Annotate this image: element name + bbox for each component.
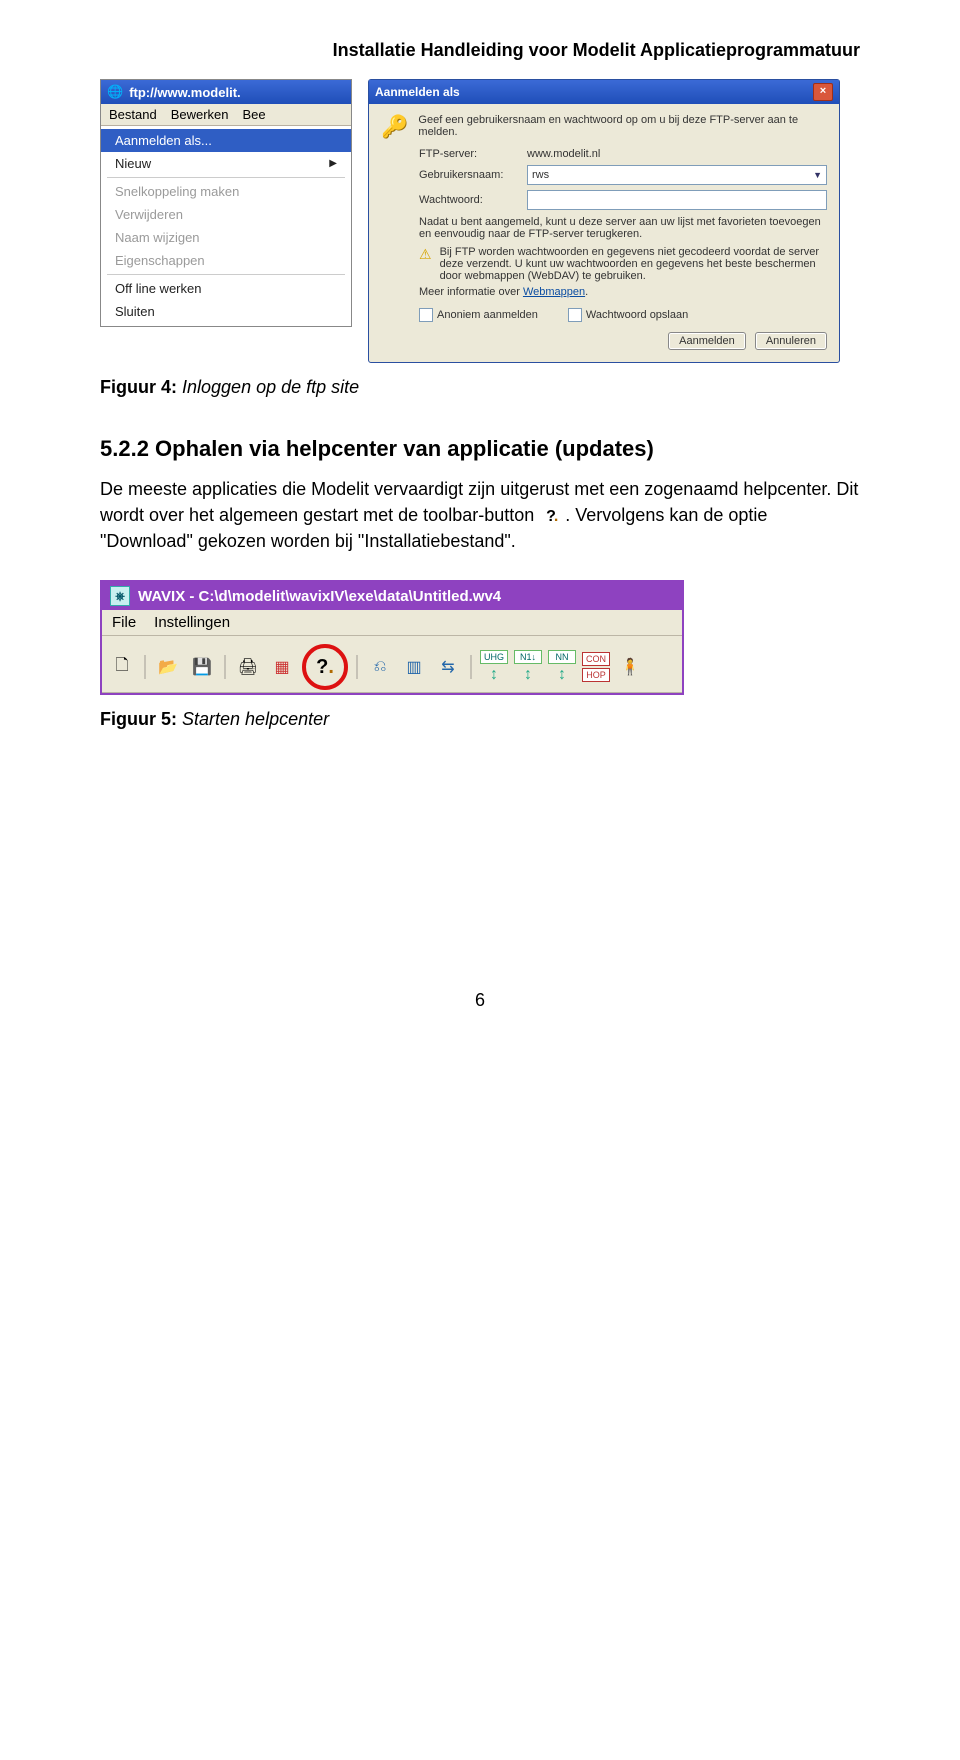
wavix-menu-instellingen[interactable]: Instellingen bbox=[154, 614, 230, 631]
ie-icon: 🌐 bbox=[107, 84, 123, 100]
wavix-menu-file[interactable]: File bbox=[112, 614, 136, 631]
menubar-bestand[interactable]: Bestand bbox=[109, 107, 157, 122]
cancel-button[interactable]: Annuleren bbox=[755, 332, 827, 350]
chevron-down-icon[interactable]: ▼ bbox=[813, 170, 822, 180]
dialog-message-2: Bij FTP worden wachtwoorden en gegevens … bbox=[440, 246, 827, 282]
submenu-arrow-icon: ▶ bbox=[329, 158, 337, 169]
ftp-server-value: www.modelit.nl bbox=[527, 148, 600, 160]
savepw-checkbox-row[interactable]: Wachtwoord opslaan bbox=[568, 308, 688, 322]
toolbar-separator bbox=[470, 655, 472, 679]
n1-button[interactable]: N1↓ ↕ bbox=[514, 650, 542, 684]
ctx-item-offline[interactable]: Off line werken bbox=[101, 277, 351, 300]
menubar-bewerken[interactable]: Bewerken bbox=[171, 107, 229, 122]
dialog-intro-text: Geef een gebruikersnaam en wachtwoord op… bbox=[418, 114, 827, 140]
document-header-title: Installatie Handleiding voor Modelit App… bbox=[100, 40, 860, 61]
wavix-titlebar: ⎈ WAVIX - C:\d\modelit\wavixIV\exe\data\… bbox=[102, 582, 682, 610]
dialog-title-text: Aanmelden als bbox=[375, 85, 460, 99]
login-dialog: Aanmelden als × 🔑 Geef een gebruikersnaa… bbox=[368, 79, 840, 363]
wavix-window: ⎈ WAVIX - C:\d\modelit\wavixIV\exe\data\… bbox=[100, 580, 684, 695]
toolbar-separator bbox=[144, 655, 146, 679]
section-heading: 5.2.2 Ophalen via helpcenter van applica… bbox=[100, 436, 860, 462]
toolbar-separator bbox=[224, 655, 226, 679]
checkbox-icon[interactable] bbox=[419, 308, 433, 322]
arrows-icon: ↕ bbox=[558, 666, 566, 684]
ctx-item-eigenschappen: Eigenschappen bbox=[101, 249, 351, 272]
ftp-server-label: FTP-server: bbox=[419, 148, 519, 160]
login-button[interactable]: Aanmelden bbox=[668, 332, 746, 350]
wavix-toolbar: 🗋 📂 💾 🖨 ▦ ?. ⎌ ▥ ⇆ UHG ↕ N1↓ ↕ NN ↕ bbox=[102, 636, 682, 693]
help-button-circled[interactable]: ?. bbox=[302, 644, 348, 690]
ctx-item-nieuw[interactable]: Nieuw ▶ bbox=[101, 152, 351, 175]
ctx-item-naam: Naam wijzigen bbox=[101, 226, 351, 249]
password-label: Wachtwoord: bbox=[419, 194, 519, 206]
section-paragraph: De meeste applicaties die Modelit vervaa… bbox=[100, 476, 860, 554]
username-field[interactable]: rws ▼ bbox=[527, 165, 827, 185]
bars-icon[interactable]: ▥ bbox=[400, 653, 428, 681]
key-icon: 🔑 bbox=[381, 114, 408, 140]
grid-icon[interactable]: ▦ bbox=[268, 653, 296, 681]
figure-4-caption: Figuur 4: Inloggen op de ftp site bbox=[100, 377, 860, 398]
ctx-item-verwijderen: Verwijderen bbox=[101, 203, 351, 226]
save-floppy-icon[interactable]: 💾 bbox=[188, 653, 216, 681]
anonymous-checkbox-row[interactable]: Anoniem aanmelden bbox=[419, 308, 538, 322]
ctx-separator bbox=[107, 177, 345, 178]
print-icon[interactable]: 🖨 bbox=[234, 653, 262, 681]
ie-menubar: Bestand Bewerken Bee bbox=[101, 104, 351, 126]
ctx-item-sluiten[interactable]: Sluiten bbox=[101, 300, 351, 323]
wavix-title-text: WAVIX - C:\d\modelit\wavixIV\exe\data\Un… bbox=[138, 588, 501, 605]
wavix-app-icon: ⎈ bbox=[110, 586, 130, 606]
tool-icon-1[interactable]: ⎌ bbox=[366, 653, 394, 681]
page-number: 6 bbox=[100, 990, 860, 1011]
figure-4-images: 🌐 ftp://www.modelit. Bestand Bewerken Be… bbox=[100, 79, 860, 363]
ctx-separator-2 bbox=[107, 274, 345, 275]
anonymous-checkbox-label: Anoniem aanmelden bbox=[437, 309, 538, 321]
menubar-bee[interactable]: Bee bbox=[243, 107, 266, 122]
con-hop-button[interactable]: CON HOP bbox=[582, 652, 610, 682]
context-menu-list: Aanmelden als... Nieuw ▶ Snelkoppeling m… bbox=[101, 126, 351, 326]
help-icon: ?. bbox=[541, 505, 563, 527]
ie-titlebar-text: ftp://www.modelit. bbox=[129, 85, 240, 100]
username-label: Gebruikersnaam: bbox=[419, 169, 519, 181]
arrows-icon: ↕ bbox=[524, 666, 532, 684]
ctx-item-aanmelden[interactable]: Aanmelden als... bbox=[101, 129, 351, 152]
new-file-icon[interactable]: 🗋 bbox=[108, 653, 136, 681]
toolbar-separator bbox=[356, 655, 358, 679]
uhg-button[interactable]: UHG ↕ bbox=[480, 650, 508, 684]
open-folder-icon[interactable]: 📂 bbox=[154, 653, 182, 681]
ie-menu-screenshot: 🌐 ftp://www.modelit. Bestand Bewerken Be… bbox=[100, 79, 352, 327]
savepw-checkbox-label: Wachtwoord opslaan bbox=[586, 309, 688, 321]
checkbox-icon[interactable] bbox=[568, 308, 582, 322]
password-field[interactable] bbox=[527, 190, 827, 210]
arrows-icon: ↕ bbox=[490, 666, 498, 684]
dialog-titlebar: Aanmelden als × bbox=[369, 80, 839, 104]
person-icon[interactable]: 🧍 bbox=[616, 653, 644, 681]
ctx-item-snelkoppeling: Snelkoppeling maken bbox=[101, 180, 351, 203]
ie-titlebar: 🌐 ftp://www.modelit. bbox=[101, 80, 351, 104]
wavix-menubar: File Instellingen bbox=[102, 610, 682, 636]
webmappen-link[interactable]: Webmappen bbox=[523, 286, 585, 298]
figure-5-caption: Figuur 5: Starten helpcenter bbox=[100, 709, 860, 730]
close-icon[interactable]: × bbox=[813, 83, 833, 101]
nn-button[interactable]: NN ↕ bbox=[548, 650, 576, 684]
dialog-message-1: Nadat u bent aangemeld, kunt u deze serv… bbox=[419, 216, 827, 240]
moreinfo-prefix: Meer informatie over bbox=[419, 286, 523, 298]
warning-icon: ⚠ bbox=[419, 246, 432, 282]
tool-icon-2[interactable]: ⇆ bbox=[434, 653, 462, 681]
